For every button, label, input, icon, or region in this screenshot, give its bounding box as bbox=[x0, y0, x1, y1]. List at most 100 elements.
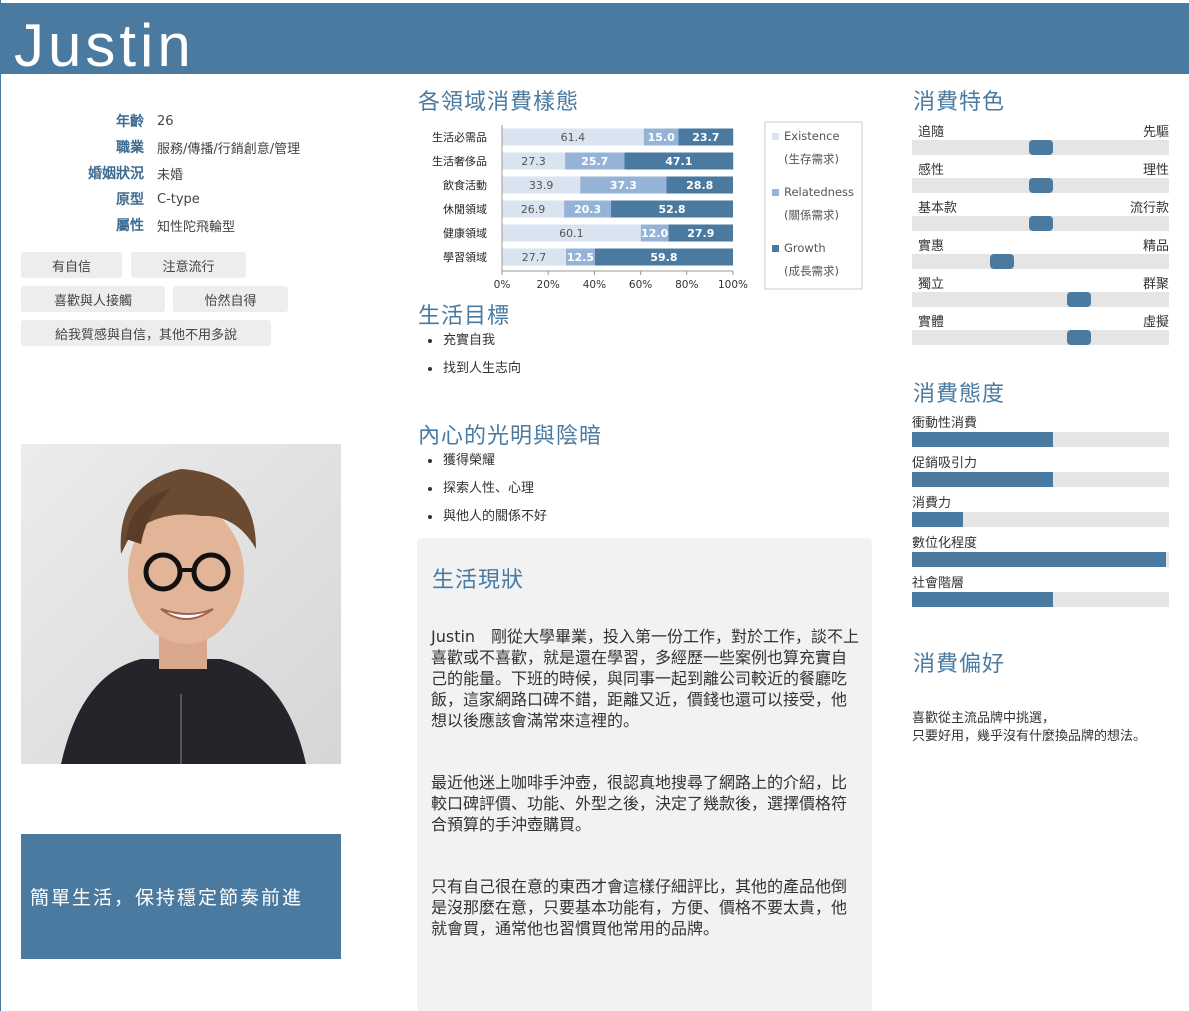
attitude-row: 消費力 bbox=[912, 492, 1169, 532]
attitude-row: 數位化程度 bbox=[912, 532, 1169, 572]
trait-left-label: 追隨 bbox=[918, 125, 945, 140]
profile-row-attribute: 屬性 知性陀飛輪型 bbox=[20, 212, 360, 238]
profile-label: 婚姻狀況 bbox=[88, 166, 144, 182]
persona-photo bbox=[21, 444, 341, 764]
chart-data-label: 23.7 bbox=[692, 131, 719, 144]
chart-category-label: 休閒領域 bbox=[443, 202, 487, 216]
chart-data-label: 33.9 bbox=[529, 179, 554, 192]
profile-value: 服務/傳播/行銷創意/管理 bbox=[157, 141, 301, 157]
attitude-fill bbox=[912, 592, 1054, 607]
attitude-bar bbox=[912, 512, 1169, 527]
attitude-row: 社會階層 bbox=[912, 572, 1169, 612]
chart-tick-label: 20% bbox=[537, 279, 560, 291]
chart-tick-label: 80% bbox=[675, 279, 698, 291]
chart-legend-sublabel: (生存需求) bbox=[784, 152, 839, 166]
section-title-consumption-traits: 消費特色 bbox=[913, 90, 1006, 115]
life-status-paragraph: 最近他迷上咖啡手沖壺，很認真地搜尋了網路上的介紹，比較口碑評價、功能、外型之後，… bbox=[431, 773, 848, 834]
chart-category-label: 飲食活動 bbox=[443, 178, 487, 192]
persona-tag: 喜歡與人接觸 bbox=[21, 286, 165, 312]
trait-slider bbox=[912, 140, 1169, 155]
section-title-life-status: 生活現狀 bbox=[432, 568, 525, 593]
persona-tag: 給我質感與自信，其他不用多說 bbox=[21, 320, 271, 346]
chart-data-label: 25.7 bbox=[581, 155, 608, 168]
chart-data-label: 61.4 bbox=[561, 131, 586, 144]
trait-slider bbox=[912, 178, 1169, 193]
chart-data-label: 27.7 bbox=[522, 251, 547, 264]
chart-category-label: 學習領域 bbox=[443, 250, 487, 264]
trait-right-label: 先驅 bbox=[1142, 125, 1169, 140]
chart-data-label: 20.3 bbox=[574, 203, 601, 216]
profile-info: 年齡 26 職業 服務/傳播/行銷創意/管理 婚姻狀況 未婚 原型 C-type… bbox=[20, 108, 360, 238]
chart-data-label: 28.8 bbox=[686, 179, 713, 192]
chart-tick-label: 40% bbox=[583, 279, 606, 291]
consumption-chart: 生活必需品 61.4 15.0 23.7 生活奢侈品 27.3 25.7 47.1 飲食活動 33… bbox=[417, 118, 867, 296]
profile-value: C-type bbox=[157, 191, 200, 207]
section-title-life-goals: 生活目標 bbox=[418, 304, 511, 329]
quote-box: 簡單生活，保持穩定節奏前進 bbox=[21, 834, 341, 959]
trait-left-label: 基本款 bbox=[918, 201, 958, 216]
header-bar: Justin bbox=[0, 3, 1189, 79]
attitude-fill bbox=[912, 552, 1167, 567]
chart-legend-label: Growth bbox=[784, 241, 826, 255]
attitude-label: 促銷吸引力 bbox=[912, 456, 978, 471]
chart-data-label: 59.8 bbox=[650, 251, 677, 264]
attitude-fill bbox=[912, 512, 964, 527]
life-goals-list: 充實自我 找到人生志向 bbox=[418, 327, 521, 383]
profile-label: 屬性 bbox=[116, 218, 144, 234]
section-title-consumption-preference: 消費偏好 bbox=[913, 652, 1006, 677]
trait-row: 實體 虛擬 bbox=[912, 311, 1169, 349]
trait-row: 追隨 先驅 bbox=[912, 121, 1169, 159]
chart-tick-label: 0% bbox=[494, 279, 511, 291]
profile-value: 未婚 bbox=[157, 167, 184, 183]
chart-data-label: 12.5 bbox=[567, 251, 594, 264]
trait-slider bbox=[912, 330, 1169, 345]
trait-row: 實惠 精品 bbox=[912, 235, 1169, 273]
chart-legend-label: Relatedness bbox=[784, 185, 854, 199]
attitude-label: 消費力 bbox=[912, 496, 952, 511]
list-item: 充實自我 bbox=[418, 327, 521, 355]
chart-category-label: 生活奢侈品 bbox=[432, 154, 487, 168]
chart-data-label: 26.9 bbox=[521, 203, 546, 216]
chart-data-label: 27.3 bbox=[521, 155, 546, 168]
list-item: 與他人的關係不好 bbox=[418, 503, 547, 531]
trait-right-label: 群聚 bbox=[1142, 277, 1169, 292]
trait-slider bbox=[912, 216, 1169, 231]
profile-row-archetype: 原型 C-type bbox=[20, 186, 360, 212]
trait-knob bbox=[1067, 292, 1092, 307]
persona-name: Justin bbox=[14, 12, 195, 79]
chart-data-label: 52.8 bbox=[658, 203, 685, 216]
trait-right-label: 理性 bbox=[1142, 163, 1169, 178]
trait-knob bbox=[1028, 178, 1053, 193]
life-status-box: 生活現狀 Justin 剛從大學畢業，投入第一份工作，對於工作，談不上喜歡或不喜… bbox=[417, 538, 872, 1011]
attitude-bar bbox=[912, 552, 1169, 567]
trait-right-label: 流行款 bbox=[1129, 201, 1169, 216]
trait-left-label: 實體 bbox=[918, 315, 945, 330]
list-item: 獲得榮耀 bbox=[418, 447, 547, 475]
chart-legend-sublabel: (成長需求) bbox=[784, 264, 839, 278]
chart-legend-swatch bbox=[772, 245, 779, 252]
profile-value: 知性陀飛輪型 bbox=[157, 219, 236, 235]
chart-legend-swatch bbox=[772, 189, 779, 196]
preference-line: 只要好用，幾乎沒有什麼換品牌的想法。 bbox=[912, 729, 1147, 744]
trait-row: 基本款 流行款 bbox=[912, 197, 1169, 235]
trait-row: 獨立 群聚 bbox=[912, 273, 1169, 311]
section-title-consumption-patterns: 各領域消費樣態 bbox=[418, 90, 580, 115]
attitude-bar bbox=[912, 432, 1169, 447]
profile-row-occupation: 職業 服務/傳播/行銷創意/管理 bbox=[20, 134, 360, 160]
chart-legend-swatch bbox=[772, 133, 779, 140]
chart-svg: 生活必需品 61.4 15.0 23.7 生活奢侈品 27.3 25.7 47.1 飲食活動 33… bbox=[432, 121, 863, 291]
chart-tick-label: 60% bbox=[629, 279, 652, 291]
chart-tick-label: 100% bbox=[718, 279, 748, 291]
inner-light-dark-list: 獲得榮耀 探索人性、心理 與他人的關係不好 bbox=[418, 447, 547, 531]
attitude-label: 社會階層 bbox=[912, 576, 965, 591]
profile-label: 原型 bbox=[116, 192, 144, 208]
attitude-row: 促銷吸引力 bbox=[912, 452, 1169, 492]
chart-data-label: 15.0 bbox=[648, 131, 675, 144]
attitude-bar bbox=[912, 472, 1169, 487]
life-status-paragraph: 只有自己很在意的東西才會這樣仔細評比，其他的產品他倒是沒那麼在意，只要基本功能有… bbox=[431, 877, 848, 938]
attitude-fill bbox=[912, 432, 1054, 447]
attitude-label: 衝動性消費 bbox=[912, 416, 978, 431]
list-item: 探索人性、心理 bbox=[418, 475, 547, 503]
persona-tag: 注意流行 bbox=[131, 252, 246, 278]
profile-row-age: 年齡 26 bbox=[20, 108, 360, 134]
